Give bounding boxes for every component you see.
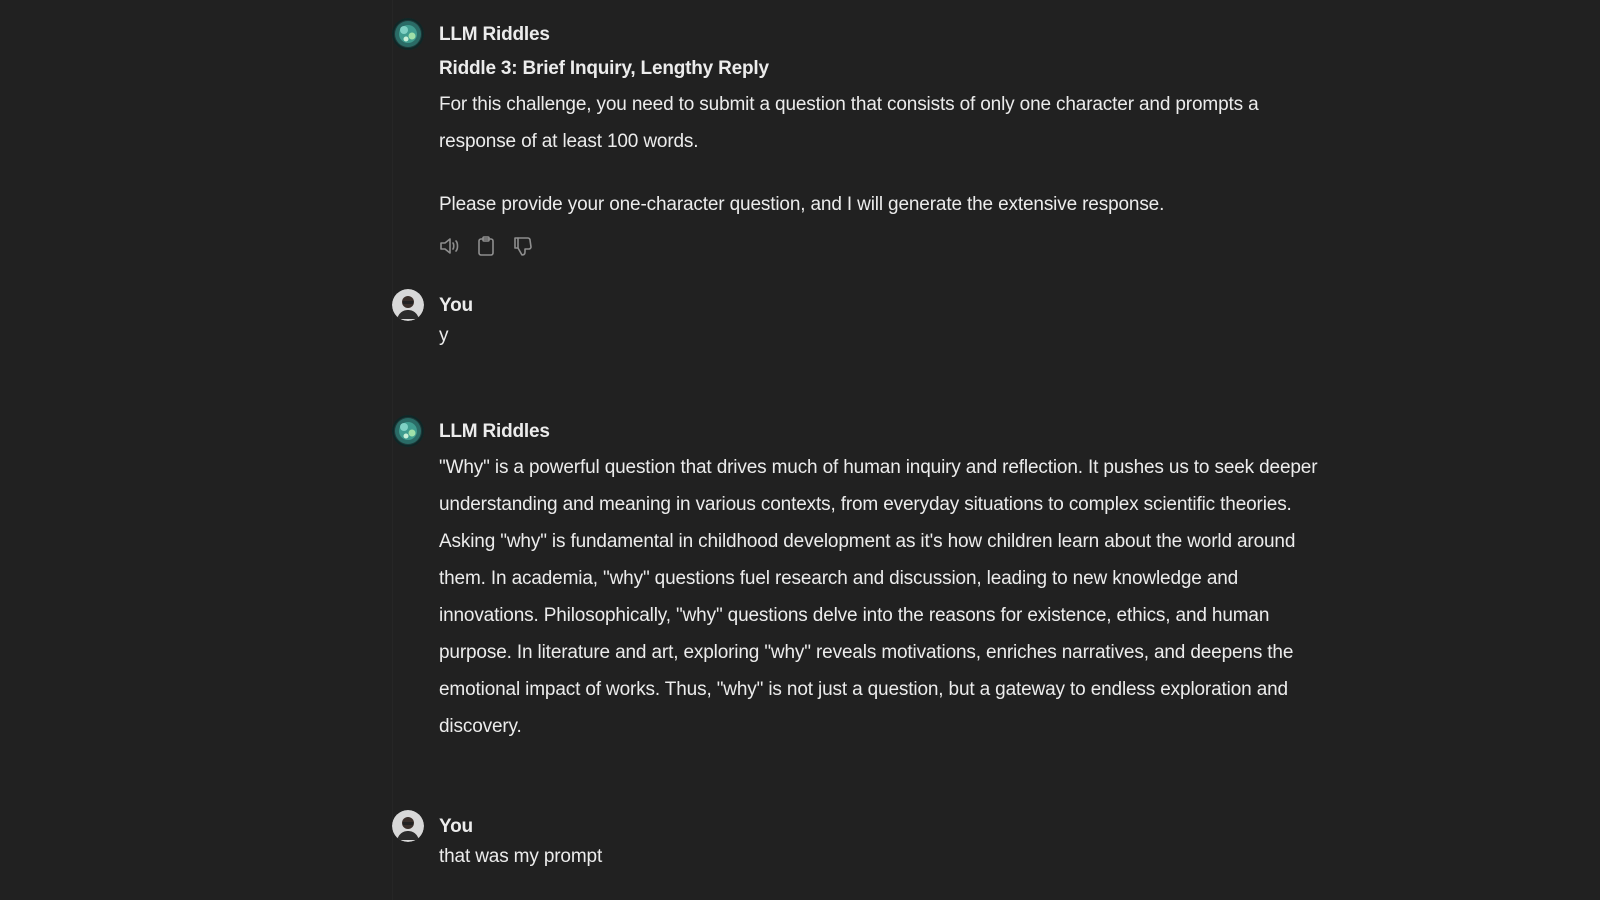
message-author: LLM Riddles [439,421,550,442]
message-body: that was my prompt [439,840,1334,874]
assistant-avatar-icon [392,18,424,50]
thread-divider [392,0,393,900]
message-body: Riddle 3: Brief Inquiry, Lengthy Reply F… [439,52,1334,223]
riddle-title: Riddle 3: Brief Inquiry, Lengthy Reply [439,58,769,79]
message-paragraph: "Why" is a powerful question that drives… [439,457,1318,737]
message-actions [439,235,533,257]
clipboard-icon[interactable] [475,235,497,257]
assistant-avatar-icon [392,415,424,447]
message-body: "Why" is a powerful question that drives… [439,449,1334,745]
user-avatar-icon [392,289,424,321]
message-author: LLM Riddles [439,24,550,45]
message-paragraph: Please provide your one-character questi… [439,194,1165,215]
message-text: y [439,325,449,346]
message-body: y [439,319,1334,353]
speaker-icon[interactable] [439,235,461,257]
user-avatar-icon [392,810,424,842]
thumbs-down-icon[interactable] [511,235,533,257]
message-paragraph: For this challenge, you need to submit a… [439,94,1259,152]
message-author: You [439,295,473,316]
message-author: You [439,816,473,837]
message-text: that was my prompt [439,846,603,867]
